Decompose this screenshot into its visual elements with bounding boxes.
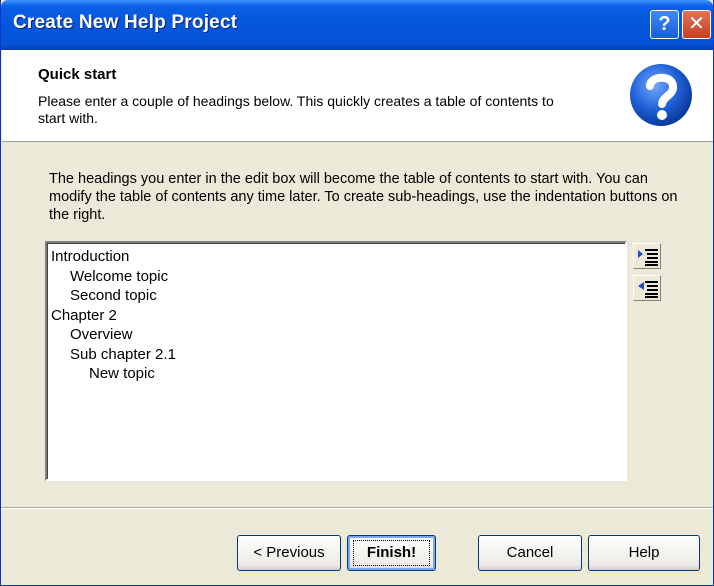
title-bar[interactable]: Create New Help Project ? ✕ <box>1 0 713 50</box>
close-title-button[interactable]: ✕ <box>682 10 711 39</box>
window-title: Create New Help Project <box>13 12 238 33</box>
page-title: Quick start <box>38 66 117 83</box>
focus-rect <box>353 540 430 566</box>
outdent-button[interactable] <box>633 275 661 301</box>
indent-left-icon <box>638 281 658 298</box>
previous-button[interactable]: < Previous <box>237 535 341 571</box>
finish-button[interactable]: Finish! <box>347 535 436 571</box>
dialog-window: Create New Help Project ? ✕ Quick start … <box>0 0 714 586</box>
help-question-icon <box>626 60 696 130</box>
toc-line: Chapter 2 <box>51 306 117 324</box>
footer-divider <box>1 507 713 509</box>
page-description: Please enter a couple of headings below.… <box>38 93 554 126</box>
help-title-button[interactable]: ? <box>650 10 679 39</box>
headings-edit-box[interactable]: Introduction Welcome topic Second topic Cha… <box>45 241 627 481</box>
indent-right-icon <box>638 249 658 266</box>
instructions-text: The headings you enter in the edit box w… <box>49 171 678 223</box>
cancel-button[interactable]: Cancel <box>478 535 582 571</box>
toc-line: Second topic <box>70 287 157 304</box>
header-panel: Quick start Please enter a couple of hea… <box>2 50 713 142</box>
indent-button[interactable] <box>633 243 661 269</box>
toc-line: Sub chapter 2.1 <box>70 345 176 363</box>
toc-line: New topic <box>89 365 155 382</box>
toc-line: Welcome topic <box>70 267 169 285</box>
toc-line: Introduction <box>51 248 130 265</box>
toc-line: Overview <box>70 326 133 343</box>
help-button[interactable]: Help <box>588 535 700 571</box>
